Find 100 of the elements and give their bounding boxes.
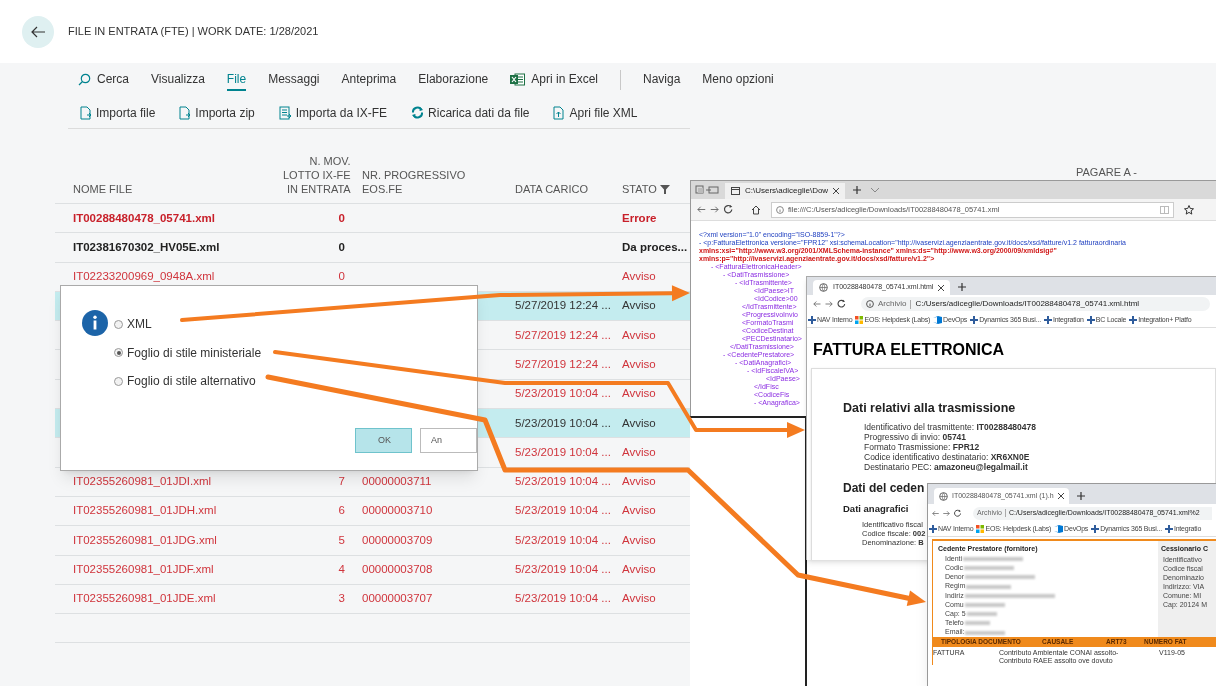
radio-option[interactable]: Foglio di stile ministeriale [114, 343, 262, 362]
table-row[interactable]: IT02355260981_01JDF.xml 4 00000003708 5/23/2019 10:04 ... Avviso [55, 554, 690, 584]
close-icon[interactable] [1057, 493, 1064, 499]
table-row[interactable]: IT02355260981_01JDG.xml 5 00000003709 5/23/2019 10:04 ... Avviso [55, 525, 690, 555]
radio-option[interactable]: XML [114, 315, 262, 333]
radio-button[interactable] [114, 376, 123, 386]
column-header[interactable]: N. MOV. LOTTO IX-FE IN ENTRATA [283, 154, 351, 196]
info-icon [866, 300, 874, 308]
batch-number: 6 [338, 504, 345, 517]
column-header[interactable]: NR. PROGRESSIVO EOS.FE [362, 168, 466, 196]
load-date: 5/23/2019 10:04 ... [515, 504, 611, 517]
address-bar[interactable]: Archivio C:/Users/adiceglie/Downloads/IT00288480478_05741.xml.html [861, 297, 1210, 311]
tab-tools-icon [695, 185, 721, 195]
blurred-text [964, 603, 1005, 608]
section-heading: Dati relativi alla trasmissione [843, 400, 1016, 417]
dialog-button[interactable]: OK [355, 428, 412, 453]
plus-icon [1129, 316, 1138, 324]
menu-tab[interactable]: Apri in Excel [510, 69, 598, 91]
filter-icon [659, 185, 670, 194]
menu-tab[interactable]: Cerca [78, 69, 129, 91]
radio-button[interactable] [114, 319, 123, 329]
menu-tab[interactable]: Naviga [643, 69, 681, 91]
column-header[interactable]: PAGARE A - [1076, 164, 1137, 181]
file-arrow-icon [80, 105, 92, 120]
file-name: IT02355260981_01JDE.xml [73, 592, 216, 605]
tiles-icon [976, 525, 985, 533]
menu-tab[interactable]: Elaborazione [418, 69, 489, 91]
search-icon [78, 72, 91, 86]
status: Avviso [622, 475, 656, 488]
status: Avviso [622, 328, 656, 341]
field-line: Destinatario PEC: amazoneu@legalmail.it [864, 461, 1029, 472]
batch-number: 4 [338, 563, 345, 576]
new-tab-icon[interactable] [958, 283, 967, 291]
file-name: IT02233200969_0948A.xml [73, 270, 215, 283]
blurred-text [965, 630, 1006, 635]
status: Avviso [622, 445, 656, 458]
menu-tab[interactable]: Meno opzioni [702, 69, 774, 91]
load-date: 5/23/2019 10:04 ... [515, 533, 611, 546]
action-button[interactable]: Importa da IX-FE [278, 103, 388, 122]
close-icon[interactable] [938, 284, 945, 291]
table-row[interactable]: IT02355260981_01JDE.xml 3 00000003707 5/23/2019 10:04 ... Avviso [55, 583, 690, 614]
status: Da proces... [622, 240, 688, 253]
menu-tab[interactable]: File [226, 69, 247, 91]
batch-number: 0 [338, 211, 345, 224]
info-icon [776, 205, 784, 214]
dialog-button[interactable]: An [420, 428, 477, 453]
new-tab-icon[interactable] [1076, 492, 1085, 500]
plus-icon [929, 525, 937, 533]
action-button[interactable]: Apri file XML [553, 103, 638, 122]
load-date: 5/23/2019 10:04 ... [515, 445, 611, 458]
file-name: IT02355260981_01JDG.xml [73, 533, 217, 546]
load-date: 5/27/2019 12:24 ... [515, 358, 611, 370]
batch-number: 5 [338, 533, 345, 546]
action-button[interactable]: Importa file [80, 103, 156, 122]
file-name: IT02355260981_01JDH.xml [73, 504, 217, 517]
radio-option[interactable]: Foglio di stile alternativo [114, 372, 262, 390]
plus-icon [1086, 316, 1095, 324]
subsection-heading: Dati anagrafici [843, 501, 909, 516]
status: Avviso [622, 416, 656, 429]
load-date: 5/23/2019 10:04 ... [515, 475, 611, 488]
blurred-text [966, 612, 997, 617]
menu-tab[interactable]: Messaggi [268, 69, 320, 91]
menu-tab[interactable]: Visualizza [151, 69, 205, 91]
action-button[interactable]: Importa zip [179, 103, 255, 122]
status: Avviso [622, 270, 656, 283]
column-header[interactable]: DATA CARICO [515, 182, 588, 196]
close-icon[interactable] [833, 188, 840, 194]
blurred-text [966, 584, 1012, 589]
radio-button[interactable] [114, 348, 123, 357]
status: Avviso [622, 592, 656, 605]
plus-icon [1043, 316, 1052, 324]
ribbon-icon [933, 316, 943, 324]
status: Errore [622, 211, 657, 224]
load-date: 5/23/2019 10:04 ... [515, 416, 611, 429]
section-heading: Dati del ceden [843, 479, 925, 497]
star-icon[interactable] [1184, 204, 1194, 215]
spreadsheet-icon [510, 72, 526, 86]
menu-tab[interactable]: Anteprima [341, 69, 397, 91]
table-row[interactable]: IT02355260981_01JDH.xml 6 00000003710 5/23/2019 10:04 ... Avviso [55, 495, 690, 526]
browser-tab[interactable]: C:\Users\adiceglie\Dow [725, 183, 846, 199]
plus-icon [808, 316, 816, 324]
plus-icon [1091, 525, 1100, 533]
action-button[interactable]: Ricarica dati da file [411, 103, 530, 122]
tab-title: C:\Users\adiceglie\Dow [745, 185, 829, 197]
status: Avviso [622, 533, 656, 546]
table-row[interactable]: IT00288480478_05741.xml 0 Errore [55, 203, 690, 233]
progressive-number: 00000003710 [362, 504, 433, 517]
column-header[interactable]: STATO [622, 182, 657, 196]
back-button[interactable] [22, 15, 54, 48]
ribbon-icon [1054, 525, 1064, 533]
load-date: 5/23/2019 10:04 ... [515, 563, 611, 576]
table-row[interactable]: IT02381670302_HV05E.xml 0 Da proces... [55, 232, 690, 262]
load-date: 5/27/2019 12:24 ... [515, 299, 611, 312]
back-arrow-icon [30, 25, 46, 38]
blurred-text [965, 575, 1036, 580]
batch-number: 3 [338, 592, 345, 605]
new-tab-icon[interactable] [853, 186, 862, 194]
column-header[interactable]: NOME FILE [73, 182, 133, 196]
home-icon[interactable] [751, 204, 761, 215]
file-name: IT02381670302_HV05E.xml [73, 240, 220, 253]
